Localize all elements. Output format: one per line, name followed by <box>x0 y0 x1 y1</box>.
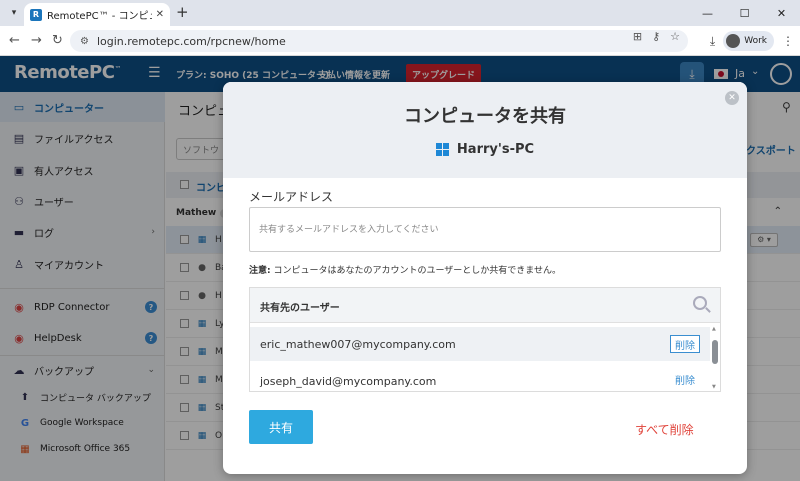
delete-user-button[interactable]: 削除 <box>670 370 700 388</box>
tab-close-icon[interactable]: ✕ <box>156 9 164 20</box>
profile-button[interactable]: Work <box>723 31 774 51</box>
tab-title: RemotePC™ - コンピューター <box>47 11 152 22</box>
email-label: メールアドレス <box>249 190 334 204</box>
bookmark-star-icon[interactable]: ☆ <box>670 30 680 43</box>
share-computer-dialog: コンピュータを共有 Harry's-PC ✕ メールアドレス 注意: コンピュー… <box>223 82 747 474</box>
minimize-icon[interactable]: — <box>689 0 726 26</box>
profile-avatar-icon <box>726 34 741 48</box>
shared-users-header: 共有先のユーザー <box>250 288 720 323</box>
password-key-icon[interactable]: ⚷ <box>652 30 660 43</box>
url-text: login.remotepc.com/rpcnew/home <box>96 34 286 48</box>
translate-icon[interactable]: ⊞ <box>633 30 642 43</box>
browser-menu-icon[interactable]: ⋮ <box>782 34 794 48</box>
tab-search-icon[interactable]: ▾ <box>6 5 22 21</box>
share-note: 注意: コンピュータはあなたのアカウントのユーザーとしか共有できません。 <box>249 263 561 276</box>
address-bar-row: ← → ↻ ⚙ login.remotepc.com/rpcnew/home ⊞… <box>0 26 800 56</box>
email-input[interactable] <box>249 207 721 252</box>
dialog-title: コンピュータを共有 <box>404 106 566 127</box>
scroll-down-icon[interactable]: ▼ <box>712 384 716 390</box>
downloads-icon[interactable]: ⤓ <box>710 34 715 49</box>
shared-users-title: 共有先のユーザー <box>260 303 340 314</box>
new-tab-icon[interactable]: + <box>176 3 189 21</box>
note-text: コンピュータはあなたのアカウントのユーザーとしか共有できません。 <box>273 266 562 276</box>
shared-user-email: joseph_david@mycompany.com <box>260 374 437 388</box>
scrollbar-thumb[interactable] <box>712 340 718 364</box>
back-icon[interactable]: ← <box>9 33 20 48</box>
computer-name: Harry's-PC <box>456 142 535 157</box>
profile-label: Work <box>744 36 767 46</box>
shared-users-list: 共有先のユーザー eric_mathew007@mycompany.com 削除… <box>249 287 721 392</box>
maximize-icon[interactable]: ☐ <box>726 0 763 26</box>
shared-user-row[interactable]: joseph_david@mycompany.com 削除 <box>250 364 710 398</box>
delete-user-button[interactable]: 削除 <box>670 335 700 353</box>
computer-name-line: Harry's-PC <box>223 142 747 157</box>
browser-tab[interactable]: R RemotePC™ - コンピューター ✕ <box>24 3 170 26</box>
share-button[interactable]: 共有 <box>249 410 313 444</box>
shared-user-row[interactable]: eric_mathew007@mycompany.com 削除 <box>250 327 710 361</box>
scroll-up-icon[interactable]: ▲ <box>712 326 716 332</box>
reload-icon[interactable]: ↻ <box>52 33 63 48</box>
forward-icon[interactable]: → <box>31 33 42 48</box>
scrollbar[interactable]: ▲ ▼ <box>711 326 719 391</box>
close-icon[interactable]: ✕ <box>725 91 739 105</box>
dialog-header: コンピュータを共有 Harry's-PC ✕ <box>223 82 747 178</box>
browser-tab-bar: ▾ R RemotePC™ - コンピューター ✕ + — ☐ ✕ <box>0 0 800 26</box>
search-icon[interactable] <box>693 296 707 310</box>
url-field[interactable]: ⚙ login.remotepc.com/rpcnew/home <box>70 30 688 52</box>
remotepc-favicon-icon: R <box>30 8 42 21</box>
delete-all-link[interactable]: すべて削除 <box>635 421 694 438</box>
windows-icon <box>435 143 449 156</box>
shared-user-email: eric_mathew007@mycompany.com <box>260 337 456 351</box>
note-prefix: 注意: <box>249 266 271 276</box>
site-info-icon[interactable]: ⚙ <box>80 36 89 47</box>
window-close-icon[interactable]: ✕ <box>763 0 800 26</box>
